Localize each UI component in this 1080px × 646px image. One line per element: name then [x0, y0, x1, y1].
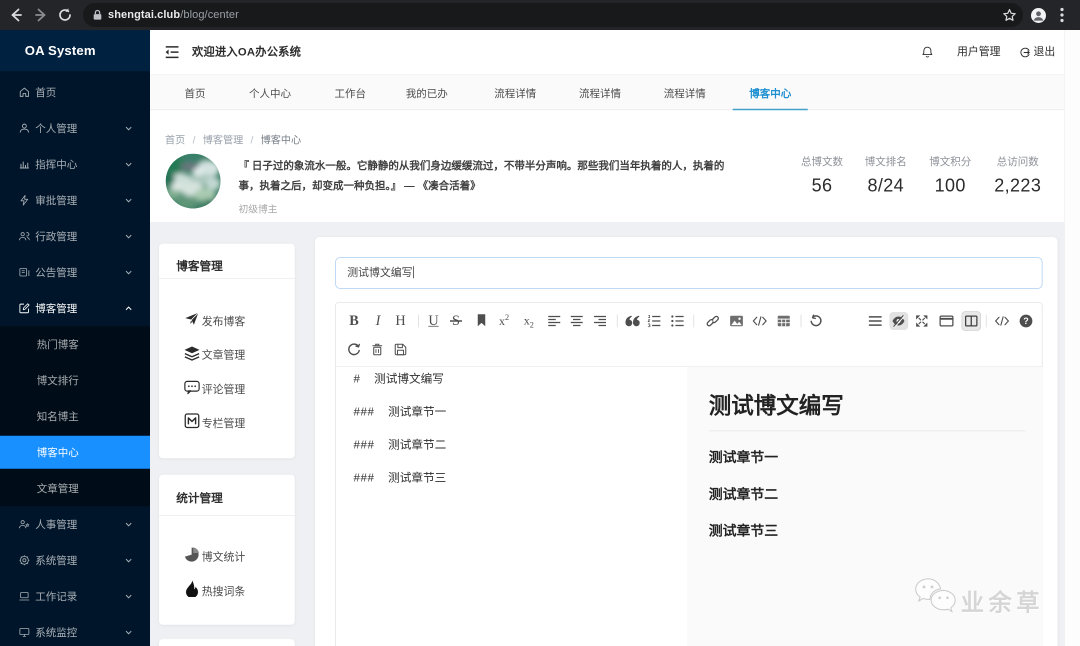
svg-text:?: ? — [1023, 316, 1029, 326]
